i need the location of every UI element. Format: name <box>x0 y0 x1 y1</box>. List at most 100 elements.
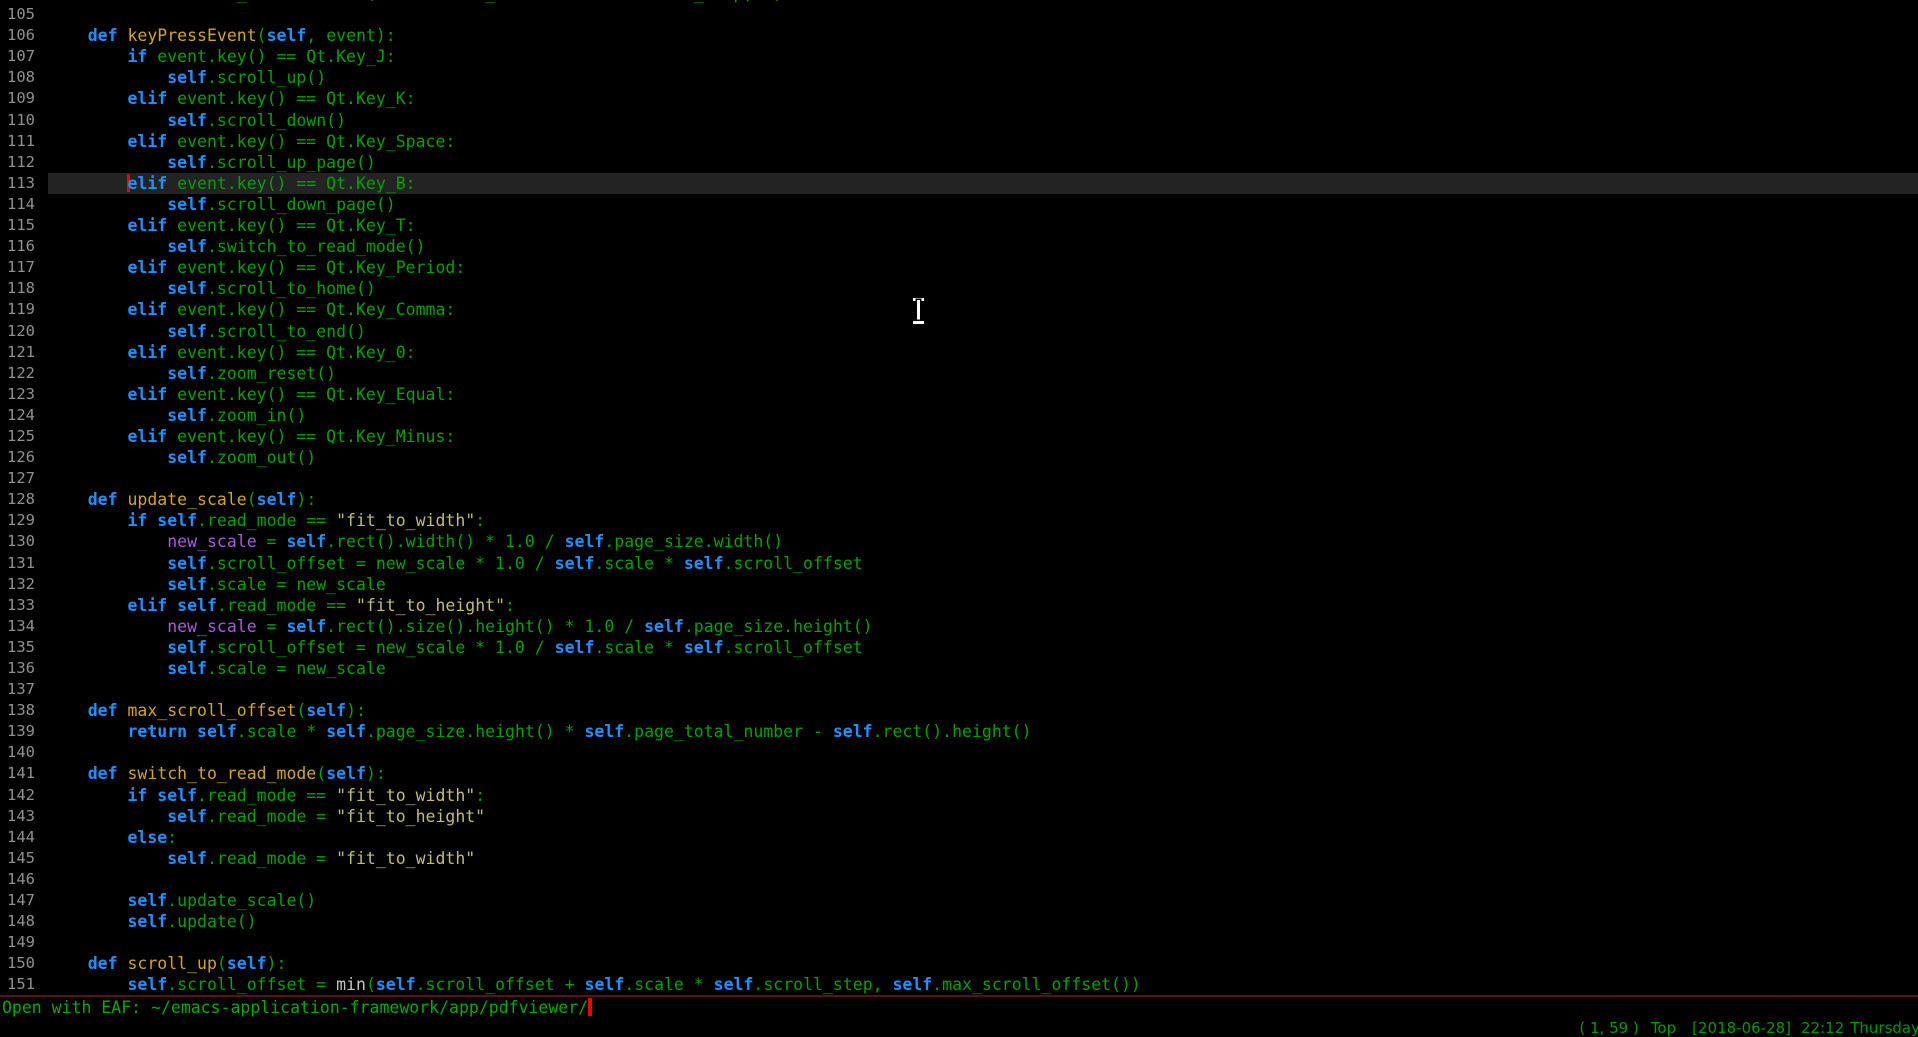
code-line[interactable]: 120 self.scroll_to_end() <box>0 321 1918 342</box>
code-text[interactable]: if self.read_mode == "fit_to_width": <box>48 785 1918 806</box>
code-text[interactable]: if self.read_mode == "fit_to_width": <box>48 510 1918 531</box>
code-line[interactable]: 139 return self.scale * self.page_size.h… <box>0 721 1918 742</box>
code-text[interactable]: self.scale = new_scale <box>48 574 1918 595</box>
code-line[interactable]: 124 self.zoom_in() <box>0 405 1918 426</box>
code-text[interactable]: self.update_scale() <box>48 890 1918 911</box>
code-text[interactable]: self.scroll_up() <box>48 67 1918 88</box>
code-text[interactable] <box>48 468 1918 489</box>
code-line[interactable]: 119 elif event.key() == Qt.Key_Comma: <box>0 299 1918 320</box>
code-text[interactable]: else: <box>48 827 1918 848</box>
code-line[interactable]: 109 elif event.key() == Qt.Key_K: <box>0 88 1918 109</box>
code-text[interactable]: self.scroll_down() <box>48 110 1918 131</box>
code-line[interactable]: 148 self.update() <box>0 911 1918 932</box>
code-line[interactable]: 138 def max_scroll_offset(self): <box>0 700 1918 721</box>
code-text[interactable] <box>48 4 1918 25</box>
code-token: self <box>286 617 326 636</box>
code-line[interactable]: 116 self.switch_to_read_mode() <box>0 236 1918 257</box>
code-text[interactable]: self.zoom_out() <box>48 447 1918 468</box>
code-line[interactable]: 133 elif self.read_mode == "fit_to_heigh… <box>0 595 1918 616</box>
code-text[interactable]: self.zoom_in() <box>48 405 1918 426</box>
code-line[interactable]: 123 elif event.key() == Qt.Key_Equal: <box>0 384 1918 405</box>
code-text[interactable]: elif event.key() == Qt.Key_K: <box>48 88 1918 109</box>
code-text[interactable]: self.update() <box>48 911 1918 932</box>
code-line[interactable]: 151 self.scroll_offset = min(self.scroll… <box>0 974 1918 995</box>
code-text[interactable]: self.scroll_up_page() <box>48 152 1918 173</box>
code-line[interactable]: 128 def update_scale(self): <box>0 489 1918 510</box>
code-text[interactable]: elif event.key() == Qt.Key_0: <box>48 342 1918 363</box>
code-text[interactable]: self.scroll_offset = new_scale * 1.0 / s… <box>48 553 1918 574</box>
code-line[interactable]: 113 elif event.key() == Qt.Key_B: <box>0 173 1918 194</box>
code-line[interactable]: 114 self.scroll_down_page() <box>0 194 1918 215</box>
code-text[interactable]: self.scroll_to_end() <box>48 321 1918 342</box>
code-line[interactable]: 146 <box>0 869 1918 890</box>
code-text[interactable]: self.read_mode = "fit_to_height" <box>48 806 1918 827</box>
code-line[interactable]: 127 <box>0 468 1918 489</box>
code-text[interactable] <box>48 679 1918 700</box>
code-text[interactable]: self.scroll_to_home() <box>48 278 1918 299</box>
code-text[interactable]: self.scroll_offset = new_scale * 1.0 / s… <box>48 637 1918 658</box>
code-line[interactable]: 141 def switch_to_read_mode(self): <box>0 763 1918 784</box>
code-text[interactable]: def update_scale(self): <box>48 489 1918 510</box>
code-line[interactable]: 150 def scroll_up(self): <box>0 953 1918 974</box>
code-line[interactable]: 117 elif event.key() == Qt.Key_Period: <box>0 257 1918 278</box>
code-text[interactable]: elif event.key() == Qt.Key_Comma: <box>48 299 1918 320</box>
code-line[interactable]: 131 self.scroll_offset = new_scale * 1.0… <box>0 553 1918 574</box>
code-line[interactable]: 112 self.scroll_up_page() <box>0 152 1918 173</box>
code-line[interactable]: 108 self.scroll_up() <box>0 67 1918 88</box>
code-text[interactable]: if event.key() == Qt.Key_J: <box>48 46 1918 67</box>
code-text[interactable]: self.switch_to_read_mode() <box>48 236 1918 257</box>
code-line[interactable]: 144 else: <box>0 827 1918 848</box>
code-line[interactable]: 145 self.read_mode = "fit_to_width" <box>0 848 1918 869</box>
code-line[interactable]: 143 self.read_mode = "fit_to_height" <box>0 806 1918 827</box>
code-line[interactable]: 142 if self.read_mode == "fit_to_width": <box>0 785 1918 806</box>
code-line[interactable]: 115 elif event.key() == Qt.Key_T: <box>0 215 1918 236</box>
code-line[interactable]: 125 elif event.key() == Qt.Key_Minus: <box>0 426 1918 447</box>
code-text[interactable]: new_scale = self.rect().width() * 1.0 / … <box>48 531 1918 552</box>
code-line[interactable]: 106 def keyPressEvent(self, event): <box>0 25 1918 46</box>
code-text[interactable]: def scroll_up(self): <box>48 953 1918 974</box>
code-text[interactable]: new_scale = self.rect().size().height() … <box>48 616 1918 637</box>
code-text[interactable] <box>48 932 1918 953</box>
code-text[interactable]: elif event.key() == Qt.Key_B: <box>48 173 1918 194</box>
code-line[interactable]: 121 elif event.key() == Qt.Key_0: <box>0 342 1918 363</box>
code-line[interactable]: 129 if self.read_mode == "fit_to_width": <box>0 510 1918 531</box>
code-text[interactable]: self.zoom_reset() <box>48 363 1918 384</box>
code-text[interactable] <box>48 742 1918 763</box>
code-token: self <box>555 638 595 657</box>
code-text[interactable]: elif event.key() == Qt.Key_Space: <box>48 131 1918 152</box>
code-token: elif <box>127 132 167 151</box>
code-buffer[interactable]: 104 self.scroll_offset = max(self.scroll… <box>0 0 1918 996</box>
code-text[interactable]: def switch_to_read_mode(self): <box>48 763 1918 784</box>
code-text[interactable]: self.read_mode = "fit_to_width" <box>48 848 1918 869</box>
code-line[interactable]: 110 self.scroll_down() <box>0 110 1918 131</box>
code-line[interactable]: 105 <box>0 4 1918 25</box>
code-line[interactable]: 149 <box>0 932 1918 953</box>
code-text[interactable]: def max_scroll_offset(self): <box>48 700 1918 721</box>
code-text[interactable]: self.scroll_down_page() <box>48 194 1918 215</box>
code-line[interactable]: 118 self.scroll_to_home() <box>0 278 1918 299</box>
code-text[interactable]: def keyPressEvent(self, event): <box>48 25 1918 46</box>
code-line[interactable]: 132 self.scale = new_scale <box>0 574 1918 595</box>
code-line[interactable]: 111 elif event.key() == Qt.Key_Space: <box>0 131 1918 152</box>
code-text[interactable]: elif self.read_mode == "fit_to_height": <box>48 595 1918 616</box>
code-line[interactable]: 107 if event.key() == Qt.Key_J: <box>0 46 1918 67</box>
code-text[interactable]: self.scale = new_scale <box>48 658 1918 679</box>
code-line[interactable]: 134 new_scale = self.rect().size().heigh… <box>0 616 1918 637</box>
code-text[interactable]: elif event.key() == Qt.Key_Equal: <box>48 384 1918 405</box>
minibuffer[interactable]: Open with EAF: ~/emacs-application-frame… <box>2 997 592 1018</box>
code-text[interactable]: elif event.key() == Qt.Key_Minus: <box>48 426 1918 447</box>
code-text[interactable]: elif event.key() == Qt.Key_Period: <box>48 257 1918 278</box>
minibuffer-input[interactable]: ~/emacs-application-framework/app/pdfvie… <box>151 998 588 1017</box>
code-text[interactable] <box>48 869 1918 890</box>
code-line[interactable]: 122 self.zoom_reset() <box>0 363 1918 384</box>
code-line[interactable]: 136 self.scale = new_scale <box>0 658 1918 679</box>
code-line[interactable]: 135 self.scroll_offset = new_scale * 1.0… <box>0 637 1918 658</box>
code-line[interactable]: 140 <box>0 742 1918 763</box>
code-line[interactable]: 130 new_scale = self.rect().width() * 1.… <box>0 531 1918 552</box>
code-line[interactable]: 126 self.zoom_out() <box>0 447 1918 468</box>
code-text[interactable]: return self.scale * self.page_size.heigh… <box>48 721 1918 742</box>
code-text[interactable]: elif event.key() == Qt.Key_T: <box>48 215 1918 236</box>
code-text[interactable]: self.scroll_offset = min(self.scroll_off… <box>48 974 1918 995</box>
code-line[interactable]: 137 <box>0 679 1918 700</box>
code-line[interactable]: 147 self.update_scale() <box>0 890 1918 911</box>
